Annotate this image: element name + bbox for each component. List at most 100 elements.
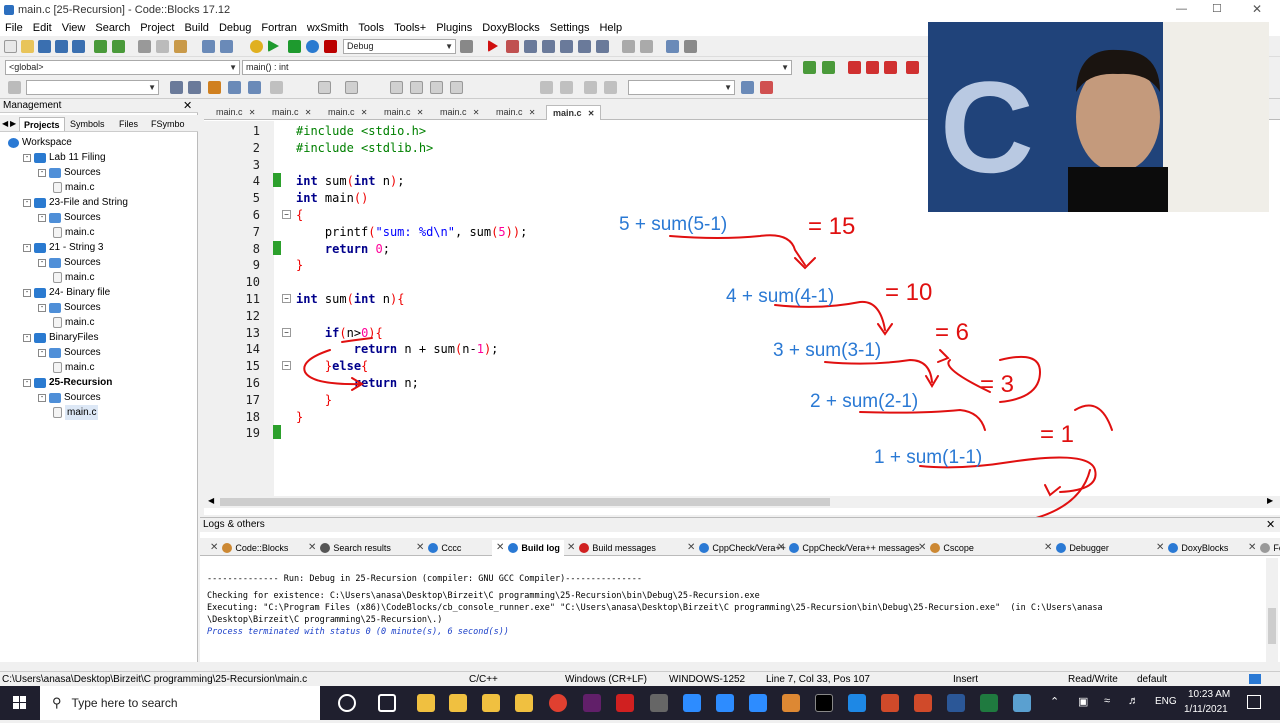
logs-panel: Logs & others ✕ ✕ Code::Blocks ✕ Search res… [200, 517, 1280, 662]
log-tab-icon [222, 543, 233, 553]
log-tab[interactable]: ✕ Cscope [918, 540, 974, 556]
log-tab[interactable]: ✕ Build messages [567, 540, 656, 556]
close-tab-icon[interactable]: ✕ [210, 540, 218, 556]
ink-arrow-zero [1019, 469, 1091, 523]
log-tab-label: Debugger [1069, 543, 1109, 553]
close-icon[interactable]: ✕ [1266, 518, 1275, 532]
log-tab-label: Build messages [592, 543, 656, 553]
close-tab-icon[interactable]: ✕ [496, 540, 504, 556]
status-readwrite: Read/Write [1068, 674, 1118, 685]
status-profile: default [1137, 674, 1168, 685]
clock-time[interactable]: 10:23 AM [1188, 689, 1230, 700]
log-tab[interactable]: ✕ Debugger [1044, 540, 1109, 556]
step-2-note: 2 + sum(2-1) [810, 391, 919, 412]
log-tab[interactable]: ✕ CppCheck/Vera++ messages [777, 540, 919, 556]
ink-arrow-else [303, 349, 364, 391]
step-1-note: 1 + sum(1-1) [874, 447, 983, 468]
log-tab-label: CppCheck/Vera++ [712, 543, 786, 553]
tab-build-log[interactable]: ✕ Build log [492, 540, 564, 556]
terminal-icon[interactable] [815, 694, 833, 712]
wifi-icon[interactable]: ≈ [1104, 695, 1110, 707]
ink-arrow-step2 [859, 408, 986, 431]
clock-date[interactable]: 1/11/2021 [1184, 704, 1228, 715]
log-tab[interactable]: ✕ DoxyBlocks [1156, 540, 1228, 556]
explorer-icon[interactable] [482, 694, 500, 712]
log-tab[interactable]: ✕ Search results [308, 540, 391, 556]
taskbar: ⚲ Type here to search ⌃ ▣ ≈ ♬ ENG 10:23 … [0, 686, 1280, 720]
status-eol: Windows (CR+LF) [565, 674, 647, 685]
close-tab-icon[interactable]: ✕ [777, 540, 785, 556]
zoom-icon[interactable] [716, 694, 734, 712]
log-tab[interactable]: ✕ CppCheck/Vera++ [687, 540, 786, 556]
log-tab-icon [1168, 543, 1179, 553]
status-path: C:\Users\anasa\Desktop\Birzeit\C program… [2, 674, 308, 685]
log-tab-label: DoxyBlocks [1181, 543, 1229, 553]
task-view-icon[interactable] [378, 694, 396, 712]
volume-icon[interactable]: ♬ [1128, 695, 1139, 707]
log-tab-label: Build log [521, 543, 560, 553]
status-icon [1249, 674, 1261, 684]
step-4-note: 4 + sum(4-1) [726, 286, 835, 307]
scrollbar-thumb[interactable] [1268, 608, 1276, 644]
zoom-icon[interactable] [683, 694, 701, 712]
close-tab-icon[interactable]: ✕ [308, 540, 316, 556]
build-log-output: -------------- Run: Debug in 25-Recursio… [200, 558, 1265, 658]
pdf-reader-icon[interactable] [616, 694, 634, 712]
powerpoint-icon[interactable] [881, 694, 899, 712]
taskbar-search-box[interactable]: ⚲ Type here to search [40, 686, 320, 720]
vscode-icon[interactable] [848, 694, 866, 712]
explorer-icon[interactable] [449, 694, 467, 712]
close-tab-icon[interactable]: ✕ [567, 540, 575, 556]
step-5-note: 5 + sum(5-1) [619, 214, 728, 235]
powerpoint-icon[interactable] [914, 694, 932, 712]
log-line: Process terminated with status 0 (0 minu… [207, 627, 509, 637]
input-language[interactable]: ENG [1155, 696, 1177, 707]
network-icon[interactable]: ▣ [1078, 695, 1088, 708]
close-tab-icon[interactable]: ✕ [416, 540, 424, 556]
tray-chevron-icon[interactable]: ⌃ [1050, 695, 1059, 708]
log-tab-icon [699, 543, 710, 553]
log-tab-label: Code::Blocks [235, 543, 289, 553]
log-tab-icon [320, 543, 331, 553]
close-tab-icon[interactable]: ✕ [687, 540, 695, 556]
codeblocks-icon[interactable] [782, 694, 800, 712]
logs-tabs: ✕ Code::Blocks ✕ Search results ✕ Cccc ✕ Build … [200, 538, 1280, 556]
log-tab-icon [1056, 543, 1067, 553]
close-tab-icon[interactable]: ✕ [1044, 540, 1052, 556]
close-tab-icon[interactable]: ✕ [918, 540, 926, 556]
ink-arrow-step3 [824, 358, 939, 388]
step-3-note: 3 + sum(3-1) [773, 340, 882, 361]
log-tab[interactable]: ✕ Cccc [416, 540, 461, 556]
status-position: Line 7, Col 33, Pos 107 [766, 674, 870, 685]
log-tab[interactable]: ✕ Fortra [1248, 540, 1280, 556]
log-tab-icon [579, 543, 590, 553]
explorer-icon[interactable] [515, 694, 533, 712]
ink-scribble [1074, 404, 1113, 431]
excel-icon[interactable] [980, 694, 998, 712]
explorer-icon[interactable] [417, 694, 435, 712]
app-icon[interactable] [1013, 694, 1031, 712]
log-line: -------------- Run: Debug in 25-Recursio… [207, 574, 642, 584]
result-3: = 3 [980, 371, 1014, 398]
slack-icon[interactable] [583, 694, 601, 712]
log-tab-label: Fortra [1273, 543, 1280, 553]
zoom-icon[interactable] [749, 694, 767, 712]
close-tab-icon[interactable]: ✕ [1156, 540, 1164, 556]
start-button[interactable] [0, 686, 40, 720]
chrome-icon[interactable] [549, 694, 567, 712]
log-tab-icon [930, 543, 941, 553]
logs-vscrollbar[interactable] [1266, 558, 1278, 662]
app-icon[interactable] [650, 694, 668, 712]
notification-icon[interactable] [1247, 695, 1261, 709]
cortana-icon[interactable] [338, 694, 356, 712]
close-tab-icon[interactable]: ✕ [1248, 540, 1256, 556]
ink-underline [341, 337, 373, 343]
log-tab[interactable]: ✕ Code::Blocks [210, 540, 288, 556]
status-encoding: WINDOWS-1252 [669, 674, 746, 685]
word-icon[interactable] [947, 694, 965, 712]
windows-icon [13, 696, 26, 709]
webcam-overlay: C [928, 22, 1269, 212]
search-icon: ⚲ [52, 695, 62, 710]
log-tab-label: Cscope [943, 543, 974, 553]
ink-arrow-step5 [669, 234, 816, 270]
